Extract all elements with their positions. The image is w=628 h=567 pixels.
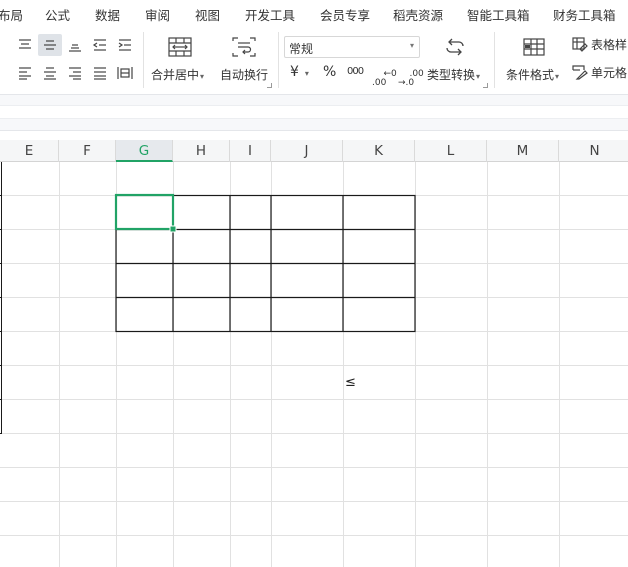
formula-bar-area — [0, 94, 628, 131]
column-header-k[interactable]: K — [343, 140, 415, 162]
decrease-decimal-button[interactable]: .00 →.0 — [398, 61, 424, 97]
merge-cells-icon — [168, 37, 192, 57]
tab-docer-resources[interactable]: 稻壳资源 — [393, 5, 443, 24]
justify-icon — [94, 67, 106, 80]
chevron-down-icon: ▾ — [476, 72, 481, 81]
chevron-down-icon: ▾ — [200, 72, 205, 81]
alignment-group-launcher-icon[interactable] — [267, 83, 272, 88]
type-convert-label: 类型转换 — [427, 68, 476, 82]
tab-smart-toolbox[interactable]: 智能工具箱 — [467, 5, 530, 24]
align-left-icon — [19, 67, 31, 80]
cell-style-icon — [572, 65, 588, 80]
conditional-format-dropdown[interactable]: 条件格式▾ — [506, 66, 559, 83]
column-header-m[interactable]: M — [487, 140, 559, 162]
justify-button[interactable] — [89, 62, 111, 84]
tab-member[interactable]: 会员专享 — [320, 5, 370, 24]
number-format-value: 常规 — [289, 42, 314, 56]
type-convert-dropdown[interactable]: 类型转换▾ — [427, 66, 480, 83]
column-header: E F G H I J K L M N — [0, 140, 628, 162]
merge-center-button[interactable] — [165, 34, 195, 60]
wrap-text-button[interactable] — [229, 34, 259, 60]
cell-k8-value[interactable]: ≤ — [345, 375, 356, 390]
align-bottom-icon — [69, 44, 81, 52]
table-style-icon — [572, 37, 588, 52]
align-top-button[interactable] — [14, 34, 36, 56]
decrease-indent-icon — [92, 39, 106, 51]
table-style-label: 表格样 — [591, 38, 628, 52]
chevron-down-icon: ▾ — [304, 69, 309, 78]
align-middle-icon — [44, 40, 56, 50]
chevron-down-icon: ▾ — [555, 72, 560, 81]
increase-decimal-icon: ←0 .00 — [372, 69, 397, 88]
column-header-f[interactable]: F — [59, 140, 116, 162]
currency-format-button[interactable]: ¥ ▾ — [290, 64, 309, 80]
merge-center-label: 合并居中 — [151, 68, 200, 82]
percent-format-button[interactable]: % — [323, 64, 336, 80]
column-header-e[interactable]: E — [0, 140, 59, 162]
column-header-i[interactable]: I — [230, 140, 271, 162]
conditional-format-button[interactable] — [519, 34, 549, 60]
currency-icon: ¥ — [290, 64, 299, 80]
wrap-text-label[interactable]: 自动换行 — [220, 66, 268, 83]
align-right-icon — [69, 67, 81, 80]
column-header-g[interactable]: G — [116, 140, 173, 162]
distributed-align-icon — [117, 67, 133, 79]
type-convert-button[interactable] — [440, 34, 470, 60]
tab-review[interactable]: 审阅 — [145, 5, 170, 24]
table-style-button[interactable]: 表格样 — [572, 36, 627, 53]
conditional-format-icon — [523, 38, 545, 56]
convert-arrows-icon — [446, 38, 464, 56]
grid-lines — [0, 162, 628, 567]
tab-layout[interactable]: 布局 — [0, 5, 23, 24]
column-header-n[interactable]: N — [559, 140, 628, 162]
align-center-icon — [44, 67, 56, 80]
align-middle-button[interactable] — [38, 34, 62, 56]
menu-bar: 布局 公式 数据 审阅 视图 开发工具 会员专享 稻壳资源 智能工具箱 财务工具… — [0, 0, 628, 28]
active-cell-g2[interactable] — [116, 195, 173, 229]
number-group-launcher-icon[interactable] — [483, 83, 488, 88]
decrease-indent-button[interactable] — [89, 34, 111, 56]
tab-developer[interactable]: 开发工具 — [245, 5, 295, 24]
tab-view[interactable]: 视图 — [195, 5, 220, 24]
thousands-separator-button[interactable]: 000 — [347, 66, 364, 77]
tab-data[interactable]: 数据 — [95, 5, 120, 24]
conditional-format-label: 条件格式 — [506, 68, 555, 82]
merge-center-dropdown[interactable]: 合并居中▾ — [151, 66, 204, 83]
align-left-button[interactable] — [14, 62, 36, 84]
align-center-button[interactable] — [39, 62, 61, 84]
chevron-down-icon: ▾ — [409, 41, 414, 50]
decrease-decimal-icon: .00 →.0 — [398, 69, 424, 88]
tab-formulas[interactable]: 公式 — [45, 5, 70, 24]
ribbon-toolbar: 合并居中▾ 自动换行 常规 ▾ ¥ ▾ % 000 ←0 .00 .00 →.0 … — [0, 28, 628, 94]
tab-finance-toolbox[interactable]: 财务工具箱 — [553, 5, 616, 24]
formula-input[interactable] — [0, 105, 628, 119]
increase-decimal-button[interactable]: ←0 .00 — [372, 61, 397, 97]
align-bottom-button[interactable] — [64, 34, 86, 56]
align-right-button[interactable] — [64, 62, 86, 84]
distributed-align-button[interactable] — [114, 62, 136, 84]
column-header-h[interactable]: H — [173, 140, 230, 162]
align-top-icon — [19, 39, 31, 49]
column-header-j[interactable]: J — [271, 140, 343, 162]
spreadsheet-grid[interactable]: ≤ — [0, 162, 628, 567]
ribbon-separator — [494, 32, 495, 88]
increase-indent-button[interactable] — [114, 34, 136, 56]
thousands-separator-icon: 000 — [347, 66, 364, 77]
cell-style-button[interactable]: 单元格 — [572, 64, 627, 81]
wrap-text-icon — [232, 37, 256, 57]
increase-indent-icon — [118, 39, 131, 51]
number-format-select[interactable]: 常规 ▾ — [284, 36, 420, 58]
cell-style-label: 单元格 — [591, 66, 628, 80]
column-header-l[interactable]: L — [415, 140, 487, 162]
percent-icon: % — [323, 64, 337, 80]
ribbon-separator — [143, 32, 144, 88]
ribbon-separator — [278, 32, 279, 88]
